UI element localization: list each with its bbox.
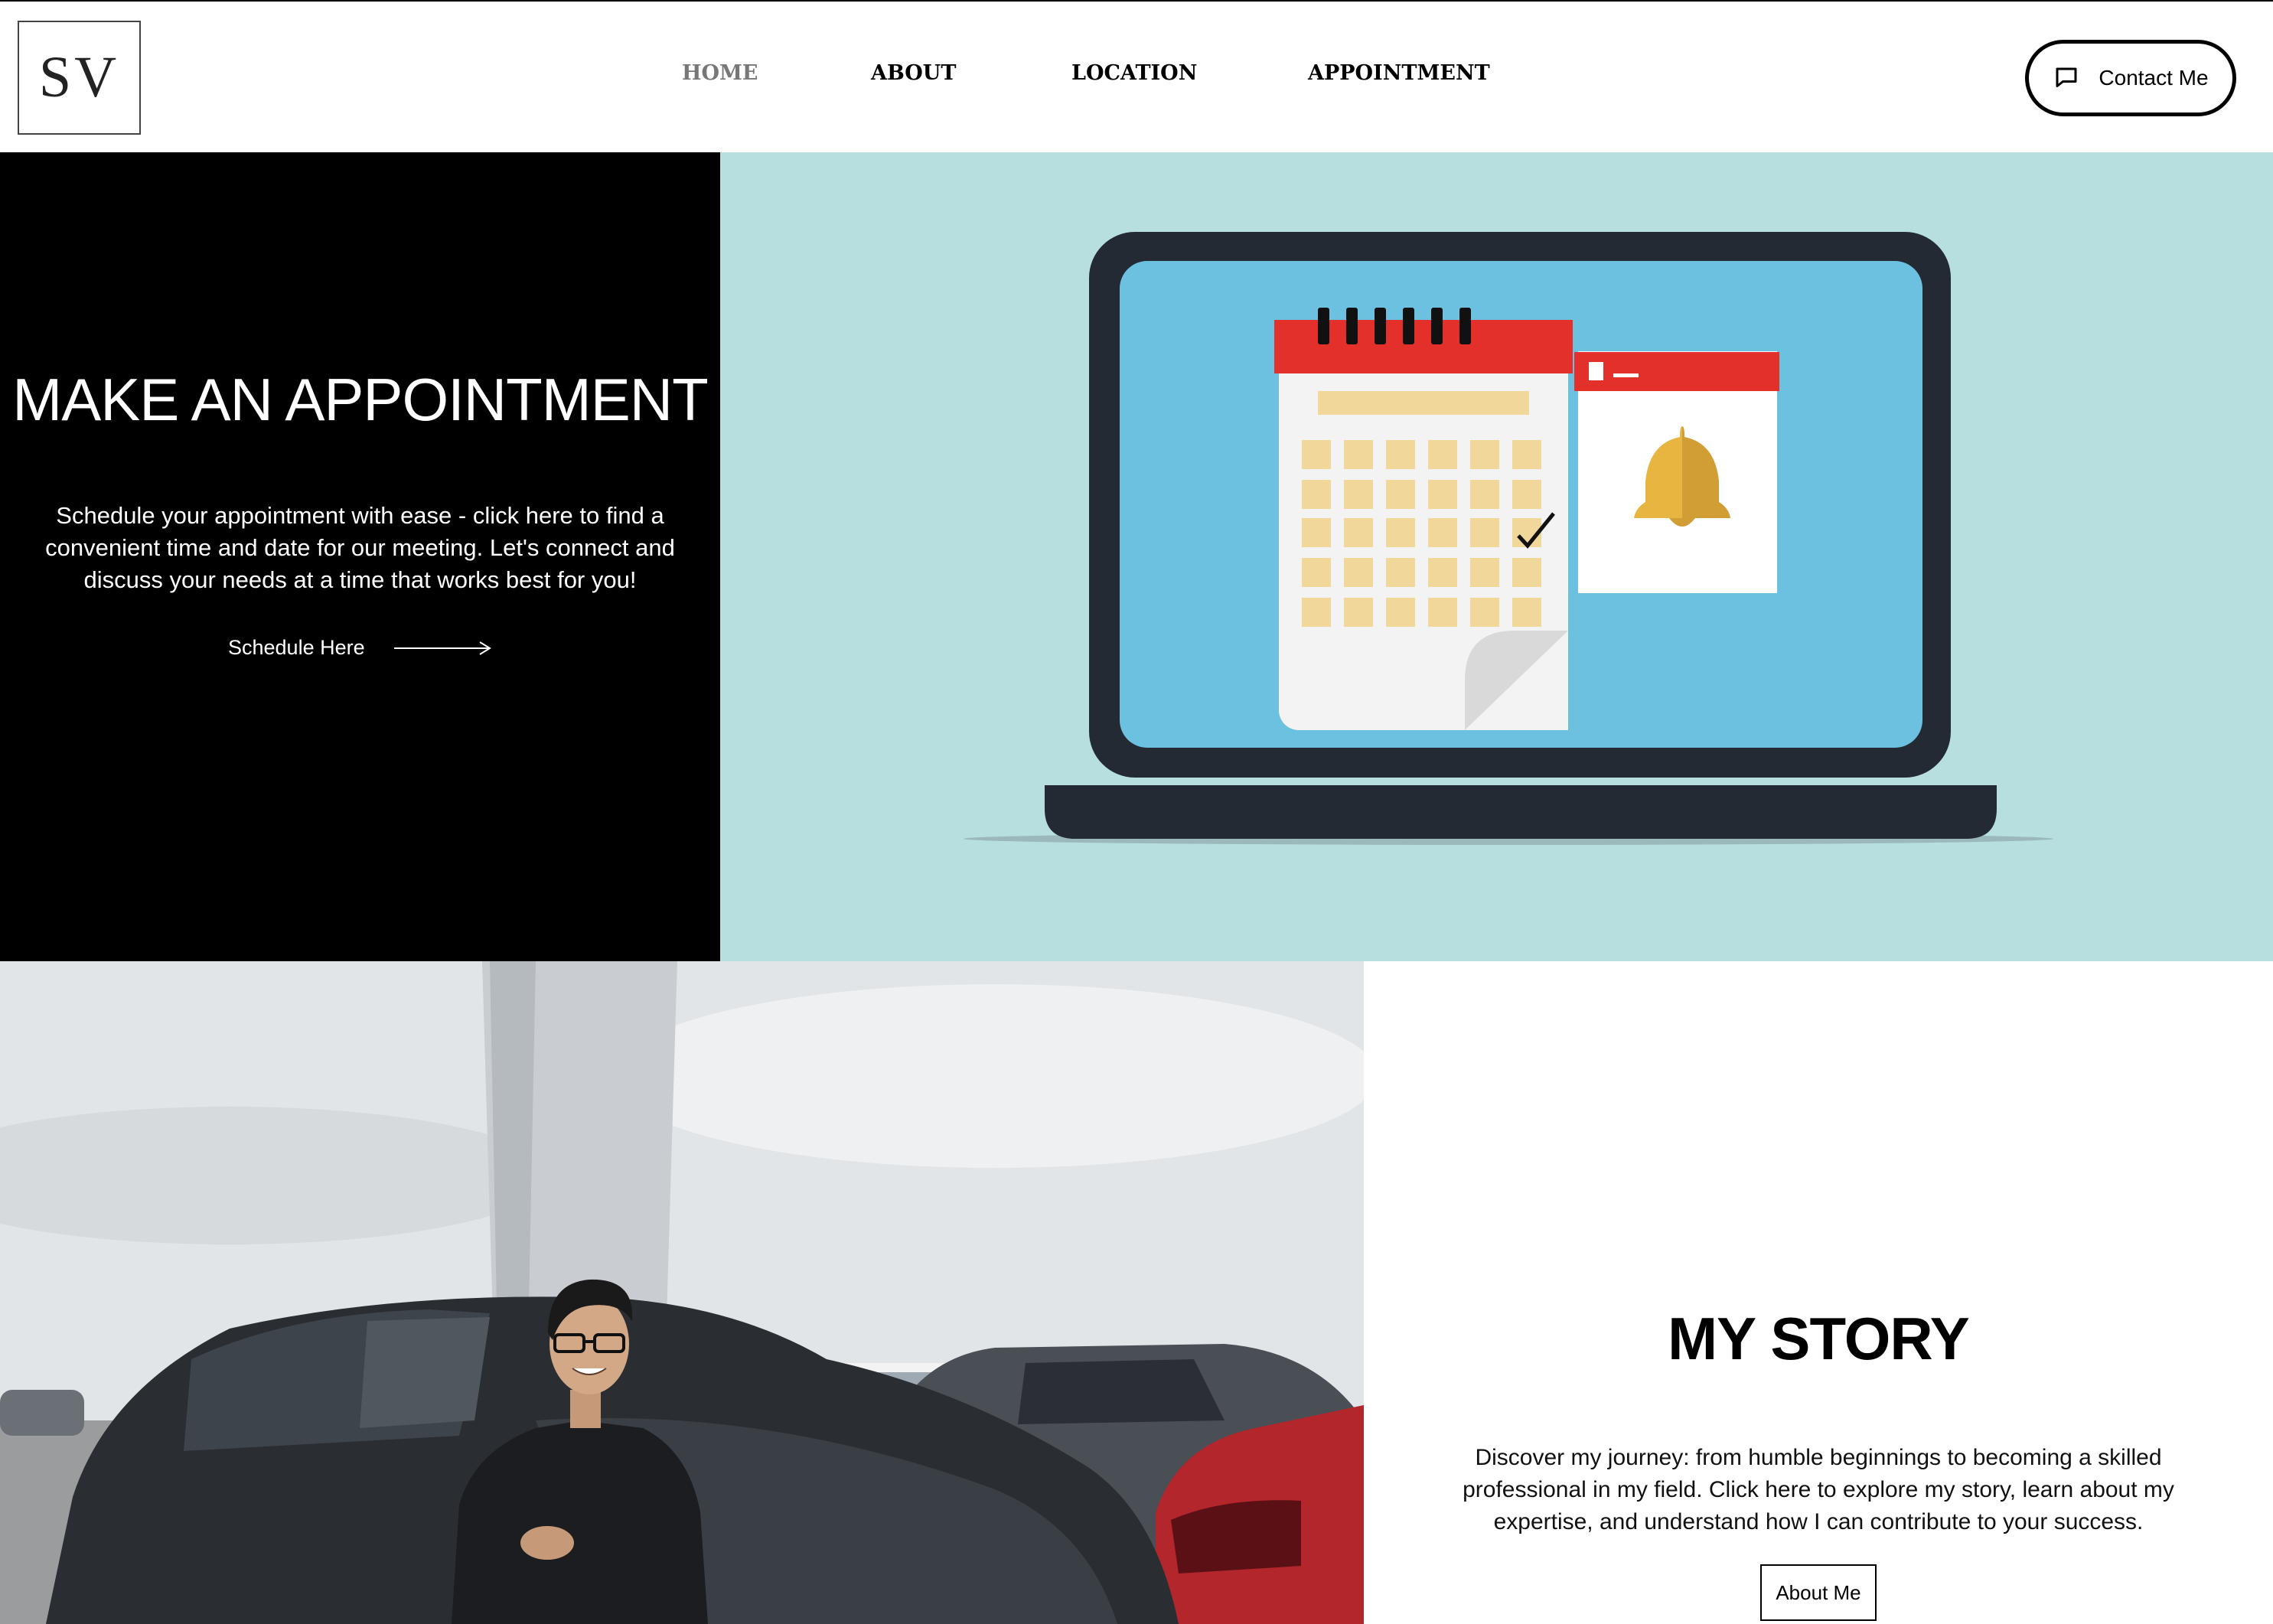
site-header: SV HOME ABOUT LOCATION APPOINTMENT Conta… [0,0,2273,152]
chat-bubble-icon [2056,67,2077,87]
nav-about[interactable]: ABOUT [871,61,956,85]
about-me-button[interactable]: About Me [1760,1564,1877,1621]
my-story-description: Discover my journey: from humble beginni… [1463,1445,2174,1534]
schedule-here-label: Schedule Here [228,636,365,659]
man-leaning-on-car-photo [0,961,1364,1624]
contact-me-label: Contact Me [2099,66,2209,90]
my-story-title: MY STORY [1668,1305,1970,1372]
appointment-panel: MAKE AN APPOINTMENT Schedule your appoin… [0,152,720,961]
my-story-panel: MY STORY Discover my journey: from humbl… [1364,961,2273,1624]
appointment-illustration-panel [720,152,2273,961]
nav-appointment[interactable]: APPOINTMENT [1308,61,1490,85]
appointment-description: Schedule your appointment with ease - cl… [45,502,675,593]
laptop-calendar-bell-illustration [964,232,2053,845]
appointment-title: MAKE AN APPOINTMENT [12,366,709,433]
contact-me-button[interactable]: Contact Me [2025,40,2236,116]
arrow-right-icon [393,641,491,655]
site-logo[interactable]: SV [18,21,141,135]
schedule-here-link[interactable]: Schedule Here [228,636,492,660]
nav-location[interactable]: LOCATION [1071,61,1197,85]
nav-home[interactable]: HOME [682,61,758,85]
